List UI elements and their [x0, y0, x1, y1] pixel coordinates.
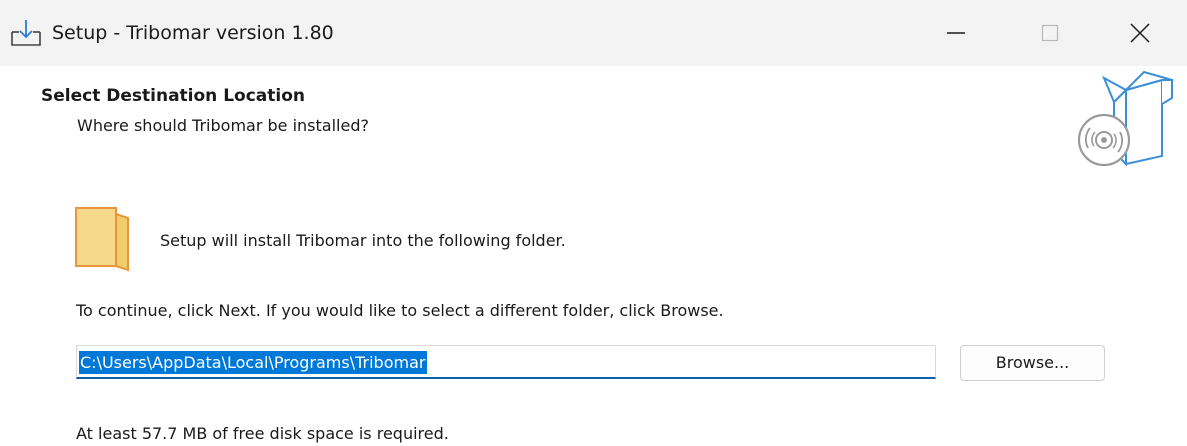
- software-box-icon: [1077, 70, 1173, 167]
- destination-path-value[interactable]: C:\Users\AppData\Local\Programs\Tribomar: [79, 351, 428, 374]
- destination-path-input[interactable]: C:\Users\AppData\Local\Programs\Tribomar: [76, 345, 936, 379]
- title-bar[interactable]: Setup - Tribomar version 1.80: [0, 0, 1187, 66]
- minimize-button[interactable]: [909, 0, 1003, 66]
- close-icon: [1130, 23, 1150, 43]
- page-subtitle: Where should Tribomar be installed?: [77, 116, 369, 135]
- minimize-icon: [947, 32, 965, 34]
- disk-space-message: At least 57.7 MB of free disk space is r…: [76, 424, 449, 443]
- download-icon: [11, 20, 41, 46]
- install-folder-message: Setup will install Tribomar into the fol…: [160, 231, 566, 250]
- folder-icon: [75, 207, 129, 272]
- window-title: Setup - Tribomar version 1.80: [52, 22, 334, 44]
- browse-button[interactable]: Browse...: [960, 345, 1105, 381]
- close-button[interactable]: [1093, 0, 1187, 66]
- maximize-button[interactable]: [1003, 0, 1097, 66]
- page-title: Select Destination Location: [41, 86, 305, 106]
- instruction-message: To continue, click Next. If you would li…: [76, 301, 724, 320]
- maximize-icon: [1041, 24, 1059, 42]
